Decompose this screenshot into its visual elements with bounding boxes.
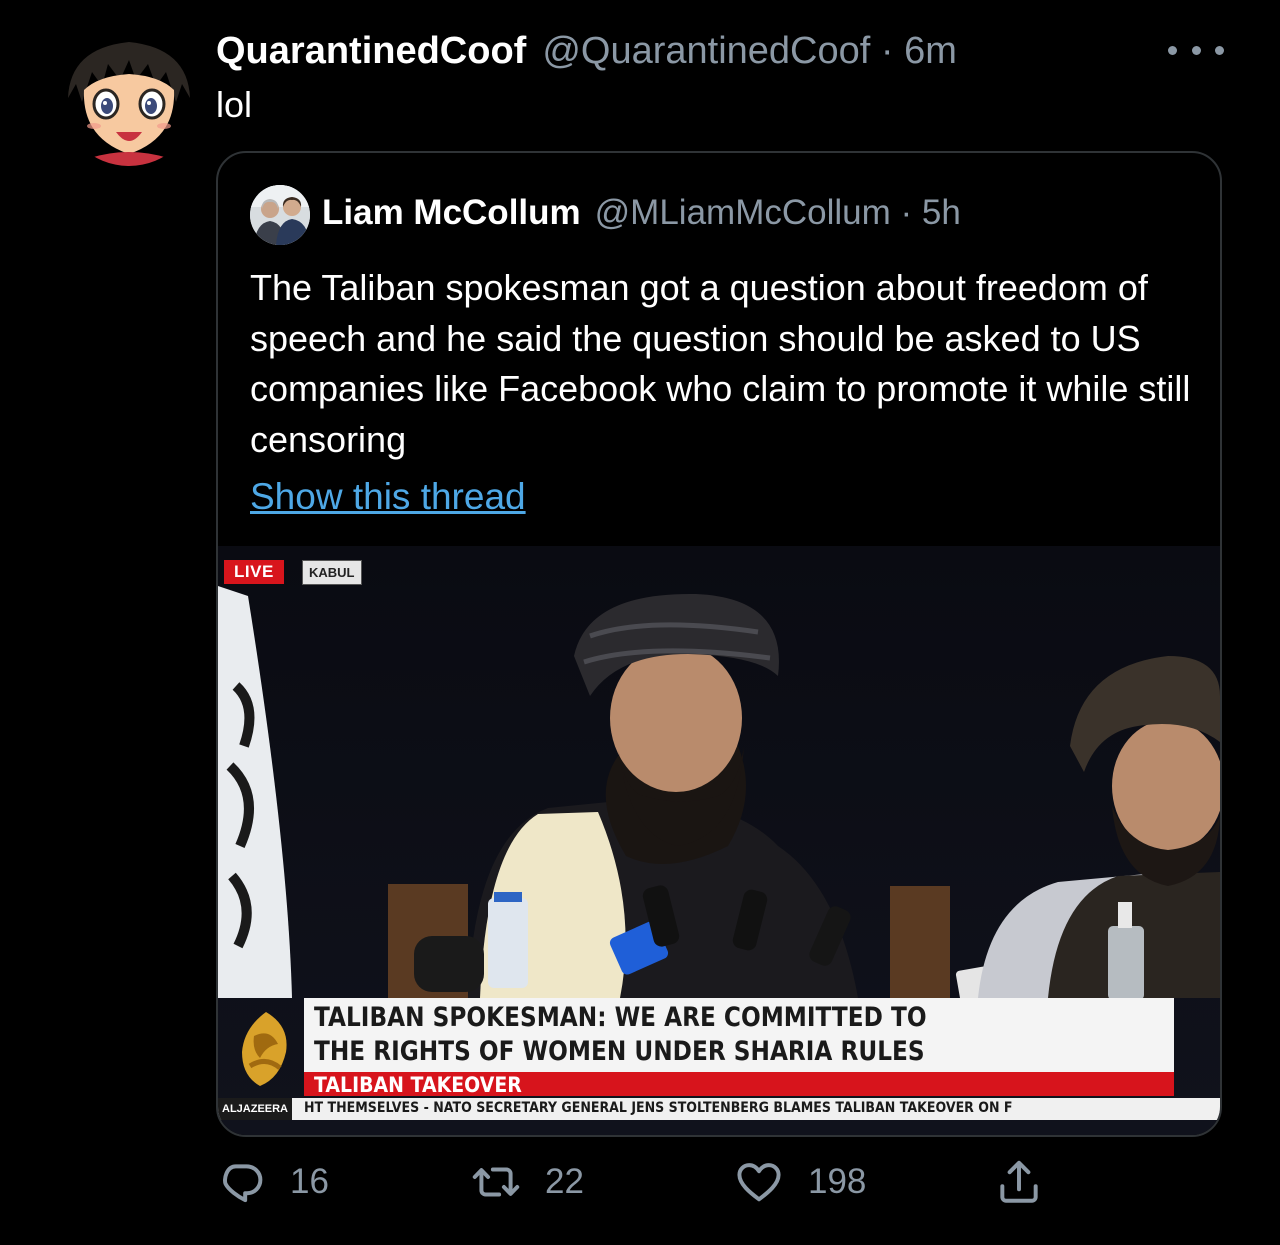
tweet[interactable]: QuarantinedCoof @QuarantinedCoof · 6m lo… <box>0 0 1280 1245</box>
aljazeera-logo-icon <box>242 1012 287 1086</box>
quoted-tweet-media[interactable]: LIVE KABUL TALIBAN SPOKESMAN: WE ARE COM… <box>218 546 1220 1135</box>
like-button[interactable]: 198 <box>734 1150 866 1214</box>
retweet-button[interactable]: 22 <box>471 1150 584 1214</box>
more-options-icon[interactable] <box>1168 34 1224 66</box>
like-count: 198 <box>808 1162 867 1201</box>
quoted-timestamp: 5h <box>921 193 961 232</box>
user-handle[interactable]: @QuarantinedCoof <box>542 30 870 72</box>
display-name[interactable]: QuarantinedCoof <box>216 30 526 73</box>
share-icon <box>1000 1160 1038 1203</box>
two-people-photo-avatar-icon <box>250 185 310 245</box>
tweet-actions: 16 22 198 <box>216 1150 1226 1214</box>
reply-button[interactable]: 16 <box>216 1150 329 1214</box>
news-ticker: ALJAZEERA HT THEMSELVES - NATO SECRETARY… <box>218 1098 1220 1120</box>
timestamp[interactable]: 6m <box>904 30 957 72</box>
news-category-label: TALIBAN TAKEOVER <box>314 1073 522 1097</box>
show-thread-link[interactable]: Show this thread <box>250 476 526 518</box>
quoted-handle-and-time: @MLiamMcCollum · 5h <box>594 193 961 232</box>
tweet-text: lol <box>216 84 253 125</box>
quoted-user-avatar <box>250 185 310 245</box>
quoted-display-name: Liam McCollum <box>322 193 581 232</box>
share-button[interactable] <box>994 1150 1044 1214</box>
quoted-user-handle: @MLiamMcCollum <box>594 193 891 232</box>
location-badge: KABUL <box>302 560 362 585</box>
ticker-text: HT THEMSELVES - NATO SECRETARY GENERAL J… <box>304 1100 1013 1116</box>
tweet-header: QuarantinedCoof @QuarantinedCoof · 6m <box>216 30 957 76</box>
reply-icon <box>223 1164 263 1203</box>
ticker-brand: ALJAZEERA <box>218 1098 293 1120</box>
news-category-bar: TALIBAN TAKEOVER <box>304 1072 1174 1097</box>
reply-count: 16 <box>290 1162 329 1201</box>
handle-and-time: @QuarantinedCoof · 6m <box>542 30 957 72</box>
heart-icon <box>737 1163 781 1202</box>
live-badge: LIVE <box>224 560 284 584</box>
anime-character-avatar-icon <box>60 28 198 166</box>
news-headline-line-1: TALIBAN SPOKESMAN: WE ARE COMMITTED TO <box>314 1002 927 1033</box>
retweet-count: 22 <box>545 1162 584 1201</box>
retweet-icon <box>472 1167 520 1197</box>
quoted-tweet-text: The Taliban spokesman got a question abo… <box>250 267 1191 460</box>
user-avatar[interactable] <box>60 28 198 166</box>
quoted-tweet[interactable]: Liam McCollum @MLiamMcCollum · 5h The Ta… <box>216 151 1222 1137</box>
news-lower-third: TALIBAN SPOKESMAN: WE ARE COMMITTED TO T… <box>304 998 1174 1072</box>
quoted-tweet-header: Liam McCollum @MLiamMcCollum · 5h <box>322 193 961 233</box>
news-headline-line-2: THE RIGHTS OF WOMEN UNDER SHARIA RULES <box>314 1036 925 1067</box>
